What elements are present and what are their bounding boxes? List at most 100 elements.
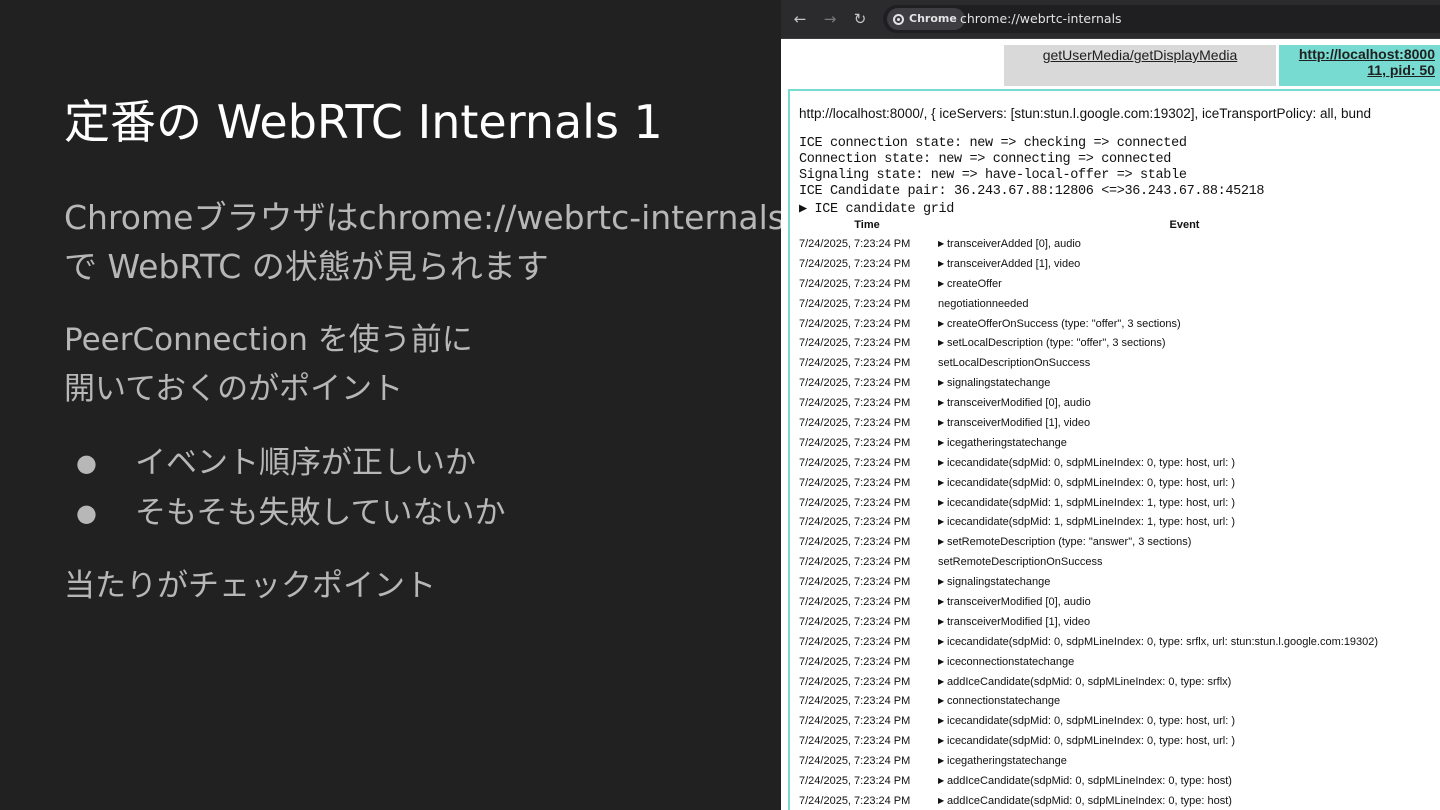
- table-row: 7/24/2025, 7:23:24 PM ▶ signalingstatechan…: [797, 373, 1432, 393]
- expand-triangle-icon[interactable]: ▶: [938, 478, 947, 487]
- expand-triangle-icon[interactable]: ▶: [938, 756, 947, 765]
- event-entry[interactable]: ▶ icecandidate(sdpMid: 0, sdpMLineIndex: …: [937, 632, 1432, 652]
- expand-triangle-icon[interactable]: ▶: [938, 637, 947, 646]
- event-time: 7/24/2025, 7:23:24 PM: [799, 397, 911, 410]
- tab-peerconnection[interactable]: http://localhost:8000 11, pid: 50: [1279, 45, 1440, 86]
- event-entry[interactable]: ▶ createOffer: [937, 274, 1432, 294]
- event-entry[interactable]: ▶ icecandidate(sdpMid: 0, sdpMLineIndex: …: [937, 453, 1432, 473]
- event-entry[interactable]: ▶ icegatheringstatechange: [937, 433, 1432, 453]
- event-time: 7/24/2025, 7:23:24 PM: [799, 595, 911, 608]
- expand-triangle-icon[interactable]: ▶: [938, 378, 947, 387]
- event-name: transceiverModified [0], audio: [947, 595, 1091, 608]
- connection-states: ICE connection state: new => checking =>…: [799, 136, 1264, 200]
- table-row: 7/24/2025, 7:23:24 PM ▶ addIceCandidate(sd…: [797, 672, 1432, 692]
- event-name: setLocalDescription (type: "offer", 3 se…: [947, 337, 1166, 350]
- peerconnection-config: http://localhost:8000/, { iceServers: [s…: [799, 106, 1372, 121]
- expand-triangle-icon[interactable]: ▶: [938, 657, 947, 666]
- expand-triangle-icon[interactable]: ▶: [938, 517, 947, 526]
- event-time: 7/24/2025, 7:23:24 PM: [799, 556, 911, 569]
- slide: 定番の WebRTC Internals 1 Chromeブラウザはchrome…: [0, 0, 785, 810]
- event-name: setRemoteDescription (type: "answer", 3 …: [947, 536, 1192, 549]
- table-row: 7/24/2025, 7:23:24 PM ▶ iceconnectionstate…: [797, 652, 1432, 672]
- expand-triangle-icon[interactable]: ▶: [938, 696, 947, 705]
- expand-triangle-icon[interactable]: ▶: [938, 319, 947, 328]
- event-name: transceiverAdded [0], audio: [947, 237, 1081, 250]
- address-bar[interactable]: Chrome chrome://webrtc-internals: [883, 5, 1440, 33]
- event-entry[interactable]: ▶ signalingstatechange: [937, 572, 1432, 592]
- expand-triangle-icon[interactable]: ▶: [938, 776, 947, 785]
- event-entry[interactable]: ▶ transceiverAdded [0], audio: [937, 234, 1432, 254]
- expand-triangle-icon[interactable]: ▶: [938, 677, 947, 686]
- event-entry[interactable]: ▶ transceiverModified [1], video: [937, 612, 1432, 632]
- event-entry[interactable]: ▶ setLocalDescription (type: "offer", 3 s…: [937, 333, 1432, 353]
- intro-line-1: Chromeブラウザはchrome://webrtc-internals: [64, 198, 785, 237]
- event-entry[interactable]: ▶ connectionstatechange: [937, 691, 1432, 711]
- intro-paragraph: Chromeブラウザはchrome://webrtc-internals で W…: [64, 193, 785, 291]
- event-entry[interactable]: ▶ setRemoteDescription (type: "answer", 3…: [937, 532, 1432, 552]
- chrome-icon: [893, 13, 904, 25]
- expand-triangle-icon[interactable]: ▶: [938, 498, 947, 507]
- table-row: 7/24/2025, 7:23:24 PM ▶ setRemoteDescripti…: [797, 532, 1432, 552]
- event-entry[interactable]: ▶ icecandidate(sdpMid: 1, sdpMLineIndex: …: [937, 493, 1432, 513]
- expand-triangle-icon[interactable]: ▶: [938, 398, 947, 407]
- event-name: icecandidate(sdpMid: 0, sdpMLineIndex: 0…: [947, 735, 1235, 748]
- expand-triangle-icon[interactable]: ▶: [938, 279, 947, 288]
- expand-triangle-icon[interactable]: ▶: [938, 716, 947, 725]
- expand-triangle-icon[interactable]: ▶: [938, 736, 947, 745]
- expand-triangle-icon[interactable]: ▶: [938, 239, 947, 248]
- table-row: 7/24/2025, 7:23:24 PM ▶ icegatheringstatec…: [797, 433, 1432, 453]
- event-column-header: Event: [1169, 219, 1200, 231]
- event-name: signalingstatechange: [947, 576, 1051, 589]
- event-entry[interactable]: ▶ addIceCandidate(sdpMid: 0, sdpMLineInde…: [937, 672, 1432, 692]
- event-name: icecandidate(sdpMid: 1, sdpMLineIndex: 1…: [947, 516, 1235, 529]
- expand-triangle-icon[interactable]: ▶: [938, 537, 947, 546]
- site-info-chip[interactable]: Chrome: [887, 8, 965, 30]
- event-entry[interactable]: ▶ icecandidate(sdpMid: 0, sdpMLineIndex: …: [937, 711, 1432, 731]
- tab-getusermedia[interactable]: getUserMedia/getDisplayMedia: [1004, 45, 1276, 86]
- expand-triangle-icon[interactable]: ▶: [938, 418, 947, 427]
- event-time: 7/24/2025, 7:23:24 PM: [799, 377, 911, 390]
- event-entry[interactable]: ▶ addIceCandidate(sdpMid: 0, sdpMLineInde…: [937, 771, 1432, 791]
- event-time: 7/24/2025, 7:23:24 PM: [799, 794, 911, 807]
- forward-arrow-icon[interactable]: →: [819, 8, 841, 30]
- event-entry[interactable]: ▶ addIceCandidate(sdpMid: 0, sdpMLineInde…: [937, 791, 1432, 810]
- event-name: transceiverModified [0], audio: [947, 397, 1091, 410]
- event-entry[interactable]: ▶ icecandidate(sdpMid: 0, sdpMLineIndex: …: [937, 473, 1432, 493]
- event-entry[interactable]: ▶ createOfferOnSuccess (type: "offer", 3 …: [937, 314, 1432, 334]
- expand-triangle-icon[interactable]: ▶: [938, 577, 947, 586]
- event-name: signalingstatechange: [947, 377, 1051, 390]
- event-entry[interactable]: ▶ transceiverModified [0], audio: [937, 592, 1432, 612]
- event-entry[interactable]: ▶ icecandidate(sdpMid: 0, sdpMLineIndex: …: [937, 731, 1432, 751]
- event-time: 7/24/2025, 7:23:24 PM: [799, 536, 911, 549]
- reload-icon[interactable]: ↻: [849, 8, 871, 30]
- event-entry[interactable]: ▶ icecandidate(sdpMid: 1, sdpMLineIndex: …: [937, 512, 1432, 532]
- event-entry[interactable]: ▶ transceiverModified [0], audio: [937, 393, 1432, 413]
- event-entry[interactable]: ▶ transceiverModified [1], video: [937, 413, 1432, 433]
- event-name: setRemoteDescriptionOnSuccess: [938, 556, 1103, 569]
- summary-paragraph: 当たりがチェックポイント: [64, 568, 436, 604]
- table-row: 7/24/2025, 7:23:24 PM ▶ signalingstatechan…: [797, 572, 1432, 592]
- table-row: 7/24/2025, 7:23:24 PM setLocalDescription…: [797, 353, 1432, 373]
- event-time: 7/24/2025, 7:23:24 PM: [799, 476, 911, 489]
- back-arrow-icon[interactable]: ←: [789, 8, 811, 30]
- tab-peerconnection-line-2: 11, pid: 50: [1367, 62, 1435, 78]
- event-time: 7/24/2025, 7:23:24 PM: [799, 317, 911, 330]
- event-entry[interactable]: ▶ transceiverAdded [1], video: [937, 254, 1432, 274]
- event-entry[interactable]: ▶ icegatheringstatechange: [937, 751, 1432, 771]
- event-name: icecandidate(sdpMid: 1, sdpMLineIndex: 1…: [947, 496, 1235, 509]
- table-row: 7/24/2025, 7:23:24 PM ▶ addIceCandidate(sd…: [797, 771, 1432, 791]
- expand-triangle-icon[interactable]: ▶: [938, 796, 947, 805]
- table-row: 7/24/2025, 7:23:24 PM ▶ transceiverModifie…: [797, 592, 1432, 612]
- expand-triangle-icon[interactable]: ▶: [938, 617, 947, 626]
- event-entry[interactable]: ▶ signalingstatechange: [937, 373, 1432, 393]
- event-time: 7/24/2025, 7:23:24 PM: [799, 675, 911, 688]
- expand-triangle-icon[interactable]: ▶: [938, 438, 947, 447]
- event-entry[interactable]: ▶ iceconnectionstatechange: [937, 652, 1432, 672]
- expand-triangle-icon[interactable]: ▶: [938, 597, 947, 606]
- expand-triangle-icon[interactable]: ▶: [938, 338, 947, 347]
- table-row: 7/24/2025, 7:23:24 PM negotiationneeded: [797, 294, 1432, 314]
- expand-triangle-icon[interactable]: ▶: [938, 259, 947, 268]
- event-time: 7/24/2025, 7:23:24 PM: [799, 456, 911, 469]
- url-text[interactable]: chrome://webrtc-internals: [960, 5, 1122, 33]
- expand-triangle-icon[interactable]: ▶: [938, 458, 947, 467]
